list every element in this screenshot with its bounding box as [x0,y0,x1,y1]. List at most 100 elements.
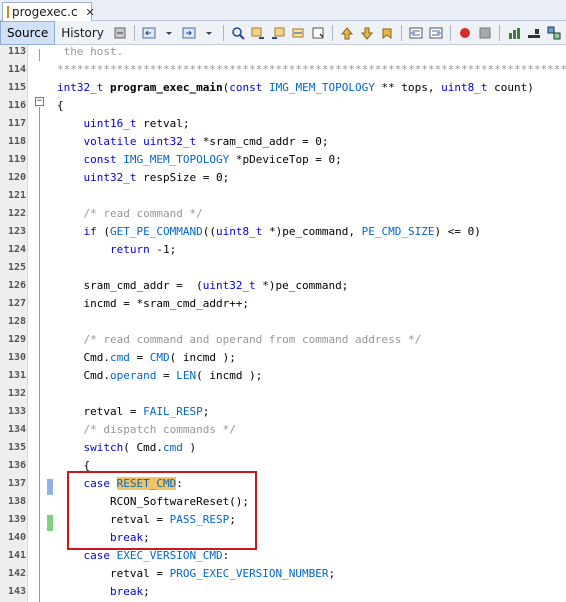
toolbar-divider [133,24,135,41]
line-number: 142 [7,568,26,579]
toolbar-divider [449,24,451,41]
code-line[interactable]: 114 *************************************… [0,61,566,79]
find-icon[interactable] [230,25,246,41]
tab-history[interactable]: History [55,21,110,45]
code-text: volatile uint32_t *sram_cmd_addr = 0; [83,135,329,148]
fold-collapse-icon[interactable]: − [35,97,44,106]
next-bookmark-icon[interactable] [359,25,375,41]
chevron-down-icon[interactable] [161,25,177,41]
code-text: const IMG_MEM_TOPOLOGY *pDeviceTop = 0; [83,153,342,166]
stop-macro-icon[interactable] [477,25,493,41]
file-tab[interactable]: progexec.c ✕ [2,2,95,21]
code-text: Cmd.operand = LEN( incmd ); [57,369,263,382]
code-text: retval = FAIL_RESP; [57,405,210,418]
code-line[interactable]: 116 { [0,97,566,115]
line-number: 123 [7,226,26,237]
shift-left-icon[interactable] [408,25,424,41]
tab-source[interactable]: Source [0,20,56,45]
line-number: 115 [7,82,26,93]
code-text: uint16_t retval; [83,117,190,130]
line-number: 128 [7,316,26,327]
code-line[interactable]: 132 [0,385,566,403]
code-text: if (GET_PE_COMMAND((uint8_t *)pe_command… [83,225,481,238]
line-number: 117 [7,118,26,129]
code-line[interactable]: 125 [0,259,566,277]
line-number: 136 [7,460,26,471]
line-number: 113 [7,46,26,57]
close-icon[interactable]: ✕ [86,6,95,19]
chevron-down-icon[interactable] [201,25,217,41]
line-number: 116 [7,100,26,111]
code-line[interactable]: 120 uint32_t respSize = 0; [0,169,566,187]
code-line[interactable]: 134 /* dispatch commands */ [0,421,566,439]
line-number: 135 [7,442,26,453]
fold-guide [39,107,40,602]
chart-icon[interactable] [506,25,522,41]
code-line[interactable]: 117 uint16_t retval; [0,115,566,133]
code-line[interactable]: 142 retval = PROG_EXEC_VERSION_NUMBER; [0,565,566,583]
code-line[interactable]: 127 incmd = *sram_cmd_addr++; [0,295,566,313]
line-number: 129 [7,334,26,345]
file-tab-label: progexec.c [12,5,78,19]
code-text: int32_t program_exec_main(const IMG_MEM_… [57,81,534,94]
code-line[interactable]: 123 if (GET_PE_COMMAND((uint8_t *)pe_com… [0,223,566,241]
forward-icon[interactable] [181,25,197,41]
toolbar-divider [400,24,402,41]
toggle-highlight-icon[interactable] [290,25,306,41]
code-line[interactable]: 115 int32_t program_exec_main(const IMG_M… [0,79,566,97]
last-edit-icon[interactable] [112,25,128,41]
find-prev-icon[interactable] [250,25,266,41]
line-number: 133 [7,406,26,417]
code-line[interactable]: 130 Cmd.cmd = CMD( incmd ); [0,349,566,367]
code-line[interactable]: 113 the host. [0,43,566,61]
toolbar-divider [222,24,224,41]
code-line[interactable]: 121 [0,187,566,205]
code-line[interactable]: 126 sram_cmd_addr = (uint32_t *)pe_comma… [0,277,566,295]
code-line[interactable]: 129 /* read command and operand from com… [0,331,566,349]
bars-icon[interactable] [526,25,542,41]
toolbar-divider [331,24,333,41]
shift-right-icon[interactable] [428,25,444,41]
code-editor[interactable]: 113 the host. 114 ************************… [0,45,566,602]
line-number: 118 [7,136,26,147]
line-number: 119 [7,154,26,165]
line-number: 127 [7,298,26,309]
code-line[interactable]: 119 const IMG_MEM_TOPOLOGY *pDeviceTop =… [0,151,566,169]
code-line[interactable]: 143 break; [0,583,566,601]
code-text: the host. [57,45,124,58]
toggle-bookmark-icon[interactable] [310,25,326,41]
record-macro-icon[interactable] [457,25,473,41]
find-next-icon[interactable] [270,25,286,41]
code-line[interactable]: 122 /* read command */ [0,205,566,223]
code-text: sram_cmd_addr = (uint32_t *)pe_command; [57,279,349,292]
code-line[interactable]: 135 switch( Cmd.cmd ) [0,439,566,457]
line-number: 125 [7,262,26,273]
c-file-icon [7,6,9,18]
code-text: incmd = *sram_cmd_addr++; [57,297,250,310]
editor-toolbar: Source History [0,20,566,45]
code-line[interactable]: 133 retval = FAIL_RESP; [0,403,566,421]
line-number: 130 [7,352,26,363]
line-number: 131 [7,370,26,381]
toggle-bookmark-2-icon[interactable] [379,25,395,41]
line-number: 126 [7,280,26,291]
code-line[interactable]: 124 return -1; [0,241,566,259]
change-marker-added [47,515,53,531]
code-line[interactable]: 128 [0,313,566,331]
code-text: /* read command and operand from command… [83,333,422,346]
line-number: 143 [7,586,26,597]
toolbar-divider [498,24,500,41]
line-number: 139 [7,514,26,525]
back-icon[interactable] [141,25,157,41]
code-line[interactable]: 118 volatile uint32_t *sram_cmd_addr = 0… [0,133,566,151]
code-text: { [57,99,64,112]
prev-bookmark-icon[interactable] [339,25,355,41]
code-text: Cmd.cmd = CMD( incmd ); [57,351,236,364]
callout-box [67,471,257,550]
code-line[interactable]: 131 Cmd.operand = LEN( incmd ); [0,367,566,385]
line-number: 114 [7,64,26,75]
diff-icon[interactable] [546,25,562,41]
code-text: /* read command */ [83,207,203,220]
line-number: 141 [7,550,26,561]
code-text: /* dispatch commands */ [83,423,236,436]
